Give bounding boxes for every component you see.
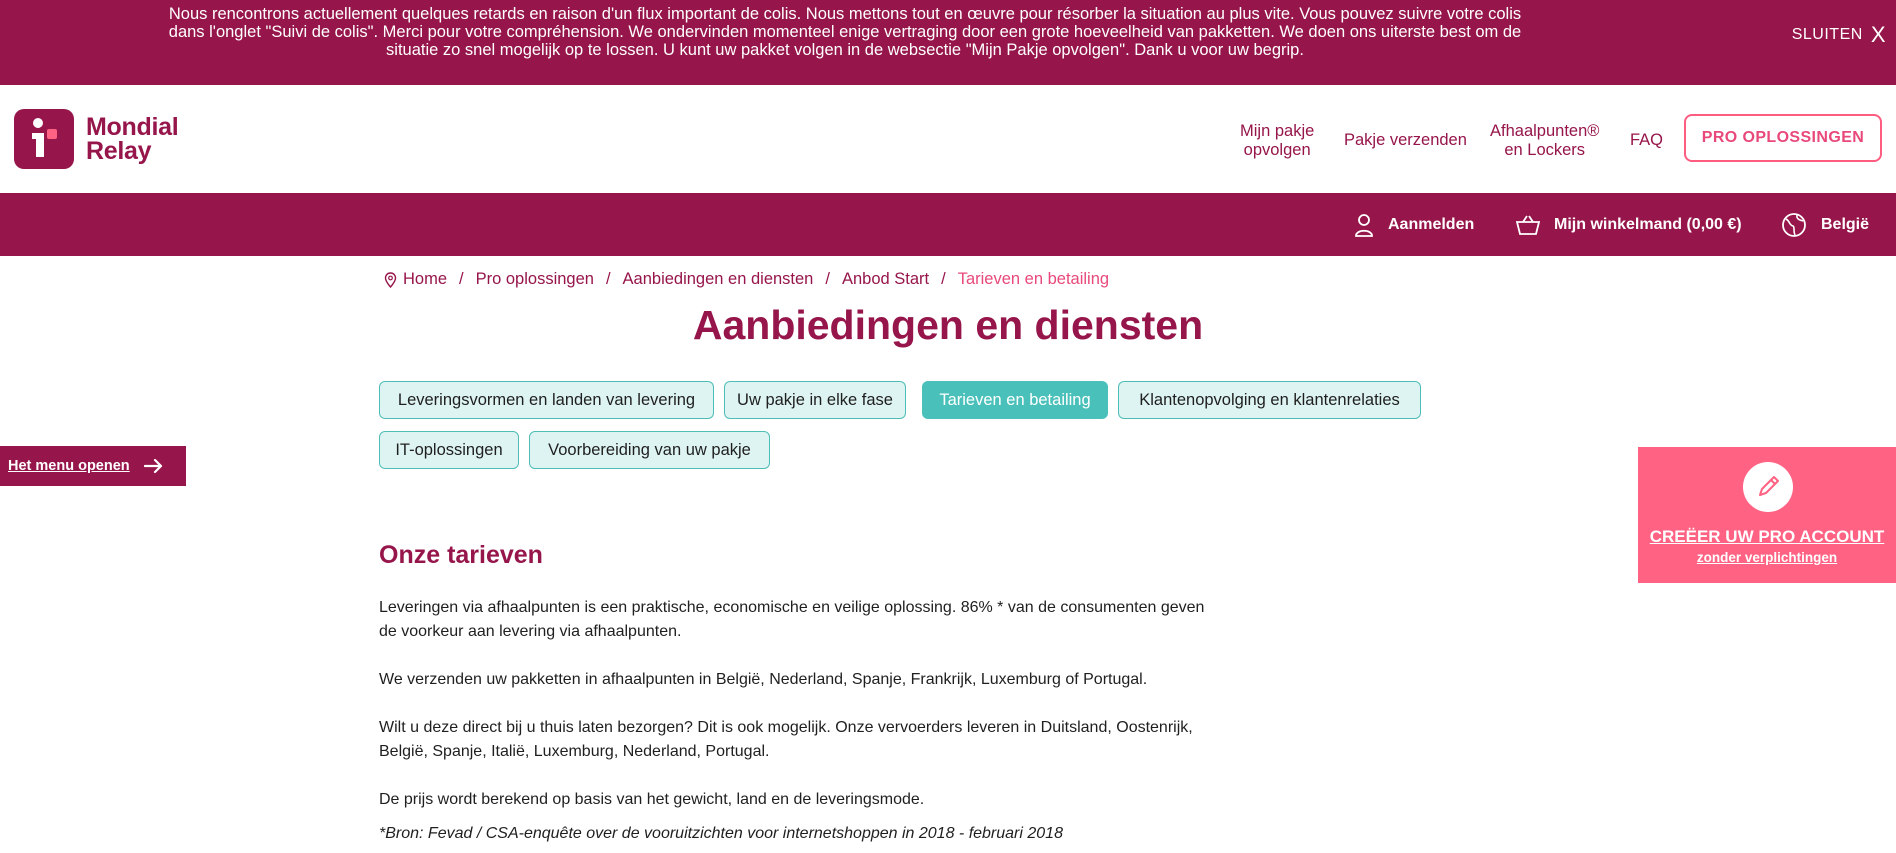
nav-pickup-line-2: en Lockers (1504, 141, 1586, 159)
open-menu-label: Het menu openen (8, 458, 130, 474)
create-pro-account-title: CREËER UW PRO ACCOUNT (1649, 527, 1885, 546)
notice-text: Nous rencontrons actuellement quelques r… (168, 5, 1522, 59)
paragraph-home-delivery: Wilt u deze direct bij u thuis laten bez… (379, 719, 1193, 760)
arrow-right-icon (143, 458, 162, 474)
tab-parcel-stages[interactable]: Uw pakje in elke fase (724, 381, 906, 419)
breadcrumb-separator: / (825, 270, 830, 288)
paragraph-pricing: De prijs wordt berekend op basis van het… (379, 791, 925, 808)
nav-track-parcel[interactable]: Mijn pakje opvolgen (1240, 122, 1314, 160)
breadcrumb-separator: / (459, 270, 464, 288)
source-note: *Bron: Fevad / CSA-enquête over de vooru… (379, 825, 1063, 842)
cart-link[interactable]: Mijn winkelmand (0,00 €) (1516, 193, 1742, 256)
breadcrumb: Home / Pro oplossingen / Aanbiedingen en… (384, 270, 1109, 289)
main-nav: Mijn pakje opvolgen Pakje verzenden Afha… (0, 112, 1896, 166)
cart-label: Mijn winkelmand (0,00 €) (1554, 215, 1742, 233)
country-selector[interactable]: België (1781, 193, 1869, 256)
breadcrumb-item-start[interactable]: Anbod Start (842, 270, 929, 289)
pro-solutions-button[interactable]: PRO OPLOSSINGEN (1684, 114, 1882, 162)
open-menu-button[interactable]: Het menu openen (0, 446, 186, 486)
nav-faq[interactable]: FAQ (1630, 131, 1663, 150)
nav-send-parcel[interactable]: Pakje verzenden (1344, 131, 1467, 150)
paragraph-pickup-benefits: Leveringen via afhaalpunten is een prakt… (379, 599, 1205, 640)
account-bar: Aanmelden Mijn winkelmand (0,00 €) Belgi… (0, 193, 1896, 256)
breadcrumb-item-offers[interactable]: Aanbiedingen en diensten (623, 270, 814, 289)
section-title: Onze tarieven (379, 541, 543, 569)
notice-banner: Nous rencontrons actuellement quelques r… (0, 0, 1896, 85)
nav-track-line-1: Mijn pakje (1240, 122, 1315, 140)
tab-delivery-methods[interactable]: Leveringsvormen en landen van levering (379, 381, 714, 419)
tab-it-solutions[interactable]: IT-oplossingen (379, 431, 519, 469)
login-link[interactable]: Aanmelden (1354, 193, 1474, 256)
close-banner-button[interactable]: SLUITEN X (1792, 24, 1886, 46)
breadcrumb-home[interactable]: Home (403, 270, 447, 289)
tab-rates-payment[interactable]: Tarieven en betailing (922, 381, 1108, 419)
basket-icon (1516, 215, 1540, 235)
tab-customer-relations[interactable]: Klantenopvolging en klantenrelaties (1118, 381, 1421, 419)
paragraph-pickup-countries: We verzenden uw pakketten in afhaalpunte… (379, 671, 1148, 688)
nav-pickup-points[interactable]: Afhaalpunten® en Lockers (1490, 122, 1599, 160)
close-label: SLUITEN (1791, 26, 1863, 43)
location-pin-icon (384, 271, 397, 288)
create-pro-account-subtitle: zonder verplichtingen (1696, 550, 1838, 565)
user-icon (1355, 213, 1373, 237)
breadcrumb-separator: / (941, 270, 946, 288)
country-label: België (1821, 215, 1870, 233)
tab-parcel-preparation[interactable]: Voorbereiding van uw pakje (529, 431, 770, 469)
breadcrumb-item-pro[interactable]: Pro oplossingen (476, 270, 594, 289)
create-pro-account-card[interactable]: CREËER UW PRO ACCOUNT zonder verplichtin… (1638, 447, 1896, 583)
nav-pickup-line-1: Afhaalpunten® (1490, 122, 1600, 140)
page-title: Aanbiedingen en diensten (692, 302, 1204, 348)
nav-track-line-2: opvolgen (1243, 141, 1311, 159)
breadcrumb-separator: / (605, 270, 611, 288)
close-icon: X (1870, 22, 1886, 47)
globe-icon (1782, 212, 1806, 237)
pencil-icon (1743, 462, 1793, 512)
login-label: Aanmelden (1388, 215, 1475, 233)
breadcrumb-current: Tarieven en betailing (957, 270, 1110, 288)
